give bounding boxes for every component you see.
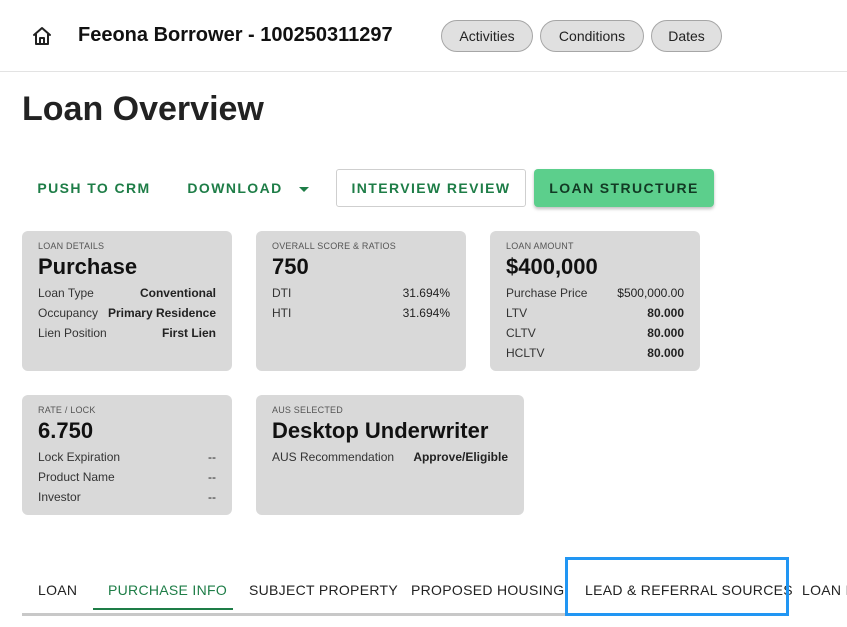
row-value: First Lien [161,326,216,340]
row-key: Occupancy [38,306,99,320]
row-key: HCLTV [506,346,545,360]
card-row: HTI 31.694% [272,303,450,323]
activities-chip[interactable]: Activities [441,20,533,52]
row-key: Lien Position [38,326,107,340]
row-value: 31.694% [402,286,450,300]
tab-loan[interactable]: LOAN [38,570,77,610]
row-key: LTV [506,306,528,320]
aus-selected-card: AUS SELECTED Desktop Underwriter AUS Rec… [256,395,524,515]
row-value: 80.000 [647,326,684,340]
card-label: AUS SELECTED [272,405,343,415]
card-row: Occupancy Primary Residence [38,303,216,323]
row-key: AUS Recommendation [272,450,395,464]
card-label: LOAN AMOUNT [506,241,574,251]
card-row: AUS Recommendation Approve/Eligible [272,447,508,467]
card-row: Lock Expiration -- [38,447,216,467]
card-row: Lien Position First Lien [38,323,216,343]
push-to-crm-label: PUSH TO CRM [37,180,151,196]
conditions-chip[interactable]: Conditions [540,20,644,52]
row-value: 31.694% [402,306,450,320]
card-row: DTI 31.694% [272,283,450,303]
loan-structure-button[interactable]: LOAN STRUCTURE [534,169,714,207]
card-label: LOAN DETAILS [38,241,105,251]
card-label: RATE / LOCK [38,405,96,415]
download-label: DOWNLOAD [187,180,283,196]
caret-down-icon [298,186,309,192]
interview-review-button[interactable]: INTERVIEW REVIEW [336,169,526,207]
loan-amount-card: LOAN AMOUNT $400,000 Purchase Price $500,… [490,231,700,371]
active-tab-indicator [93,608,233,610]
row-key: Purchase Price [506,286,588,300]
card-value: 750 [272,254,309,279]
loan-structure-label: LOAN STRUCTURE [549,180,699,196]
page-title: Loan Overview [22,90,264,128]
tab-purchase-info[interactable]: PURCHASE INFO [108,570,227,610]
loan-details-card: LOAN DETAILS Purchase Loan Type Conventio… [22,231,232,371]
borrower-title: Feeona Borrower - 100250311297 [78,24,393,46]
dates-chip[interactable]: Dates [651,20,722,52]
tab-proposed-housing[interactable]: PROPOSED HOUSING [411,570,564,610]
row-value: Primary Residence [107,306,216,320]
row-value: $500,000.00 [617,286,684,300]
row-value: 80.000 [647,306,684,320]
row-value: -- [208,470,216,484]
card-row: Loan Type Conventional [38,283,216,303]
row-value: Conventional [139,286,216,300]
card-row: HCLTV 80.000 [506,343,684,363]
top-header: Feeona Borrower - 100250311297 Activitie… [0,0,847,72]
score-ratios-card: OVERALL SCORE & RATIOS 750 DTI 31.694% HT… [256,231,466,371]
tab-subject-property[interactable]: SUBJECT PROPERTY [249,570,398,610]
home-icon[interactable] [30,24,54,48]
row-key: DTI [272,286,292,300]
tab-loan-more[interactable]: LOAN I [802,570,847,610]
card-value: 6.750 [38,418,94,443]
row-key: Loan Type [38,286,94,300]
card-value: $400,000 [506,254,598,279]
card-label: OVERALL SCORE & RATIOS [272,241,396,251]
row-key: Lock Expiration [38,450,121,464]
row-key: Product Name [38,470,115,484]
card-row: Investor -- [38,487,216,507]
rate-lock-card: RATE / LOCK 6.750 Lock Expiration -- Prod… [22,395,232,515]
interview-review-label: INTERVIEW REVIEW [351,180,511,196]
push-to-crm-button[interactable]: PUSH TO CRM [30,169,158,207]
card-row: LTV 80.000 [506,303,684,323]
row-value: -- [208,450,216,464]
card-row: CLTV 80.000 [506,323,684,343]
highlight-box [565,557,789,616]
row-key: HTI [272,306,292,320]
card-value: Purchase [38,254,138,279]
row-key: Investor [38,490,81,504]
row-key: CLTV [506,326,536,340]
row-value: Approve/Eligible [413,450,508,464]
card-row: Purchase Price $500,000.00 [506,283,684,303]
row-value: -- [208,490,216,504]
card-row: Product Name -- [38,467,216,487]
card-value: Desktop Underwriter [272,418,489,443]
download-button[interactable]: DOWNLOAD [180,169,316,207]
row-value: 80.000 [647,346,684,360]
